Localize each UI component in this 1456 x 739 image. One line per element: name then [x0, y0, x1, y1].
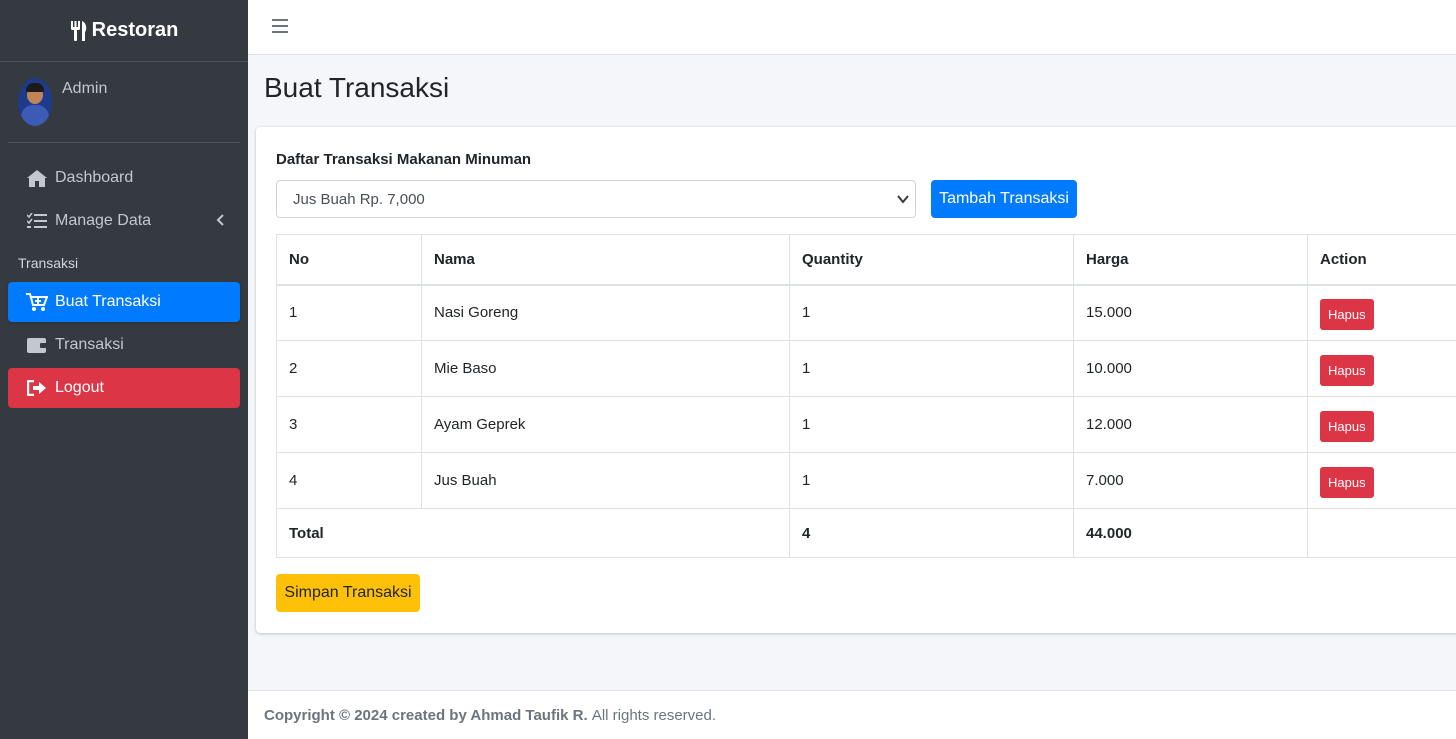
cell-no: 3	[276, 396, 422, 453]
total-row: Total 4 44.000	[276, 508, 1456, 558]
cell-no: 4	[276, 452, 422, 509]
add-transaction-button[interactable]: Tambah Transaksi	[931, 180, 1077, 218]
topbar	[248, 0, 1456, 55]
cell-quantity: 1	[789, 284, 1074, 341]
column-header-action: Action	[1307, 234, 1456, 286]
cell-harga: 12.000	[1073, 396, 1308, 453]
brand-name: Restoran	[91, 19, 179, 41]
sign-out-icon	[26, 378, 48, 398]
table-row: 1 Nasi Goreng 1 15.000 Hapus	[276, 284, 1456, 341]
sidebar-header-transaksi: Transaksi	[18, 255, 79, 271]
cell-nama: Mie Baso	[421, 340, 790, 397]
table-row: 2 Mie Baso 1 10.000 Hapus	[276, 340, 1456, 397]
column-header-no: No	[276, 234, 422, 286]
column-header-nama: Nama	[421, 234, 790, 286]
page-title: Buat Transaksi	[264, 72, 450, 103]
cell-no: 1	[276, 284, 422, 341]
home-icon	[26, 168, 48, 188]
footer-rights: All rights reserved.	[591, 706, 717, 724]
utensils-icon	[70, 20, 86, 41]
cell-harga: 7.000	[1073, 452, 1308, 509]
cell-harga: 10.000	[1073, 340, 1308, 397]
cell-quantity: 1	[789, 340, 1074, 397]
sidebar-item-label: Logout	[55, 379, 104, 396]
cell-quantity: 1	[789, 396, 1074, 453]
sidebar-item-logout[interactable]: Logout	[8, 368, 240, 408]
list-check-icon	[26, 211, 48, 231]
wallet-icon	[26, 335, 48, 355]
cart-plus-icon	[26, 292, 48, 312]
save-transaction-button[interactable]: Simpan Transaksi	[276, 574, 420, 612]
column-header-harga: Harga	[1073, 234, 1308, 286]
table-row: 4 Jus Buah 1 7.000 Hapus	[276, 452, 1456, 509]
cell-action: Hapus	[1307, 396, 1456, 453]
cell-action: Hapus	[1307, 340, 1456, 397]
sidebar-item-label: Dashboard	[55, 169, 134, 186]
footer: Copyright © 2024 created by Ahmad Taufik…	[248, 690, 1456, 739]
table-header-row: No Nama Quantity Harga Action	[276, 234, 1456, 286]
sidebar-item-transaksi[interactable]: Transaksi	[8, 325, 240, 365]
total-label: Total	[276, 508, 790, 558]
cell-nama: Ayam Geprek	[421, 396, 790, 453]
user-name[interactable]: Admin	[62, 80, 107, 98]
delete-button[interactable]: Hapus	[1320, 299, 1374, 331]
cell-harga: 15.000	[1073, 284, 1308, 341]
cell-quantity: 1	[789, 452, 1074, 509]
transaction-table: No Nama Quantity Harga Action 1 Nasi Gor…	[276, 234, 1456, 558]
table-row: 3 Ayam Geprek 1 12.000 Hapus	[276, 396, 1456, 453]
column-header-quantity: Quantity	[789, 234, 1074, 286]
total-quantity: 4	[789, 508, 1074, 558]
cell-nama: Jus Buah	[421, 452, 790, 509]
sidebar-item-buat-transaksi[interactable]: Buat Transaksi	[8, 282, 240, 322]
delete-button[interactable]: Hapus	[1320, 355, 1374, 386]
menu-select-value: Jus Buah Rp. 7,000	[293, 190, 425, 208]
sidebar-item-dashboard[interactable]: Dashboard	[8, 158, 240, 198]
delete-button[interactable]: Hapus	[1320, 411, 1374, 442]
sidebar: Restoran Admin Dashboard Manage Data Tra…	[0, 0, 248, 739]
sidebar-item-label: Buat Transaksi	[55, 293, 161, 310]
cell-action: Hapus	[1307, 452, 1456, 509]
chevron-left-icon	[216, 214, 224, 226]
sidebar-item-manage-data[interactable]: Manage Data	[8, 201, 240, 241]
sidebar-item-label: Transaksi	[55, 336, 124, 353]
cell-action: Hapus	[1307, 284, 1456, 341]
delete-button[interactable]: Hapus	[1320, 467, 1374, 498]
footer-copyright: Copyright © 2024 created by Ahmad Taufik…	[264, 706, 588, 724]
sidebar-item-label: Manage Data	[55, 212, 152, 229]
chevron-down-icon	[897, 195, 909, 204]
cell-no: 2	[276, 340, 422, 397]
total-harga: 44.000	[1073, 508, 1308, 558]
total-action-cell	[1307, 508, 1456, 558]
cell-nama: Nasi Goreng	[421, 284, 790, 341]
avatar[interactable]	[18, 78, 52, 126]
menu-toggle-icon[interactable]	[272, 19, 288, 33]
user-panel: Admin	[8, 62, 240, 143]
sidebar-nav: Dashboard Manage Data Transaksi Buat Tra…	[0, 158, 248, 408]
menu-select-label: Daftar Transaksi Makanan Minuman	[276, 151, 532, 168]
brand-link[interactable]: Restoran	[0, 0, 248, 62]
menu-select[interactable]: Jus Buah Rp. 7,000	[276, 180, 916, 218]
transaction-card: Daftar Transaksi Makanan Minuman Jus Bua…	[256, 127, 1456, 633]
